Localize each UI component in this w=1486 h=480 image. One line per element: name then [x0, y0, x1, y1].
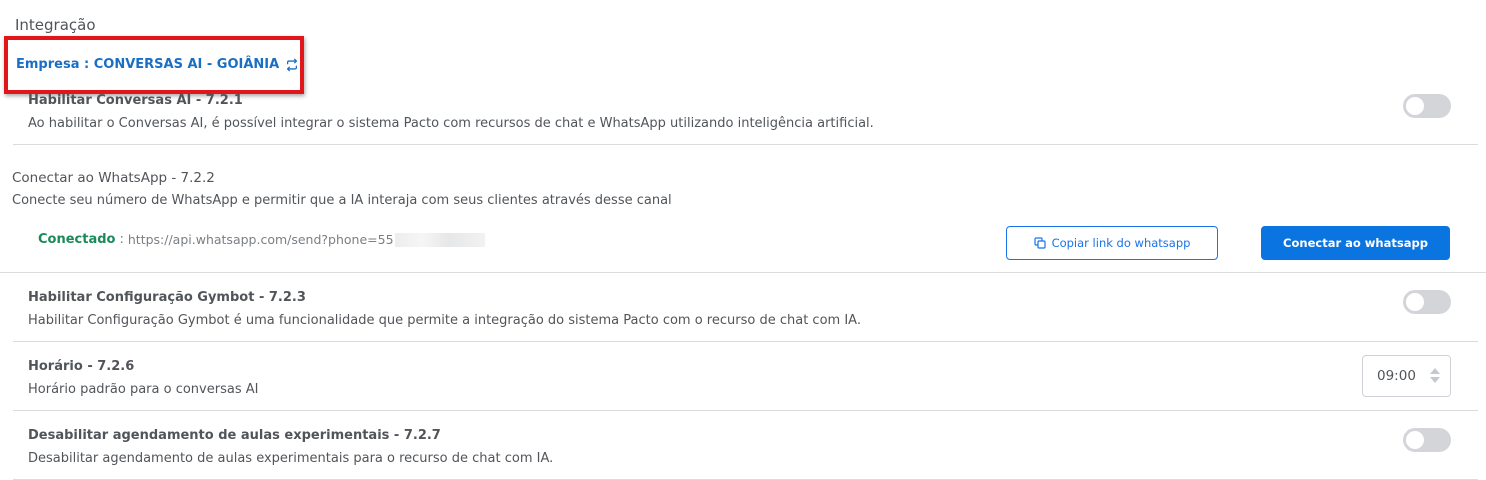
spinner-down-icon[interactable]	[1430, 377, 1440, 383]
conversas-ai-description: Ao habilitar o Conversas AI, é possível …	[28, 116, 874, 131]
schedule-description: Horário padrão para o conversas AI	[28, 382, 259, 397]
whatsapp-description: Conecte seu número de WhatsApp e permiti…	[12, 193, 672, 208]
whatsapp-title: Conectar ao WhatsApp - 7.2.2	[12, 170, 215, 186]
status-url: https://api.whatsapp.com/send?phone=55	[127, 232, 394, 247]
conversas-ai-toggle[interactable]	[1403, 94, 1451, 118]
gymbot-description: Habilitar Configuração Gymbot é uma func…	[28, 313, 861, 328]
company-label: Empresa : CONVERSAS AI - GOIÂNIA	[16, 57, 280, 72]
schedule-time-input[interactable]: 09:00	[1362, 355, 1451, 397]
company-selector[interactable]: Empresa : CONVERSAS AI - GOIÂNIA	[16, 57, 299, 72]
divider	[13, 144, 1478, 145]
swap-icon[interactable]	[285, 58, 299, 72]
spinner-up-icon[interactable]	[1430, 368, 1440, 374]
whatsapp-status: Conectado : https://api.whatsapp.com/sen…	[38, 232, 485, 247]
trial-classes-description: Desabilitar agendamento de aulas experim…	[28, 451, 554, 466]
schedule-title: Horário - 7.2.6	[28, 359, 135, 374]
copy-button-label: Copiar link do whatsapp	[1051, 236, 1191, 250]
toggle-knob	[1406, 97, 1424, 115]
trial-classes-title: Desabilitar agendamento de aulas experim…	[28, 428, 441, 443]
page-title: Integração	[15, 16, 96, 34]
gymbot-toggle[interactable]	[1403, 290, 1451, 314]
redacted-phone	[394, 232, 485, 247]
divider	[0, 272, 1486, 273]
status-separator: :	[119, 232, 124, 247]
conversas-ai-title: Habilitar Conversas AI - 7.2.1	[28, 93, 243, 108]
divider	[13, 410, 1478, 411]
schedule-time-value: 09:00	[1377, 368, 1416, 384]
toggle-knob	[1406, 431, 1424, 449]
connect-whatsapp-button[interactable]: Conectar ao whatsapp	[1261, 226, 1450, 260]
status-label: Conectado	[38, 232, 116, 247]
toggle-knob	[1406, 293, 1424, 311]
gymbot-title: Habilitar Configuração Gymbot - 7.2.3	[28, 290, 306, 305]
trial-classes-toggle[interactable]	[1403, 428, 1451, 452]
time-spinner[interactable]	[1430, 368, 1440, 383]
copy-icon	[1033, 237, 1046, 249]
copy-whatsapp-link-button[interactable]: Copiar link do whatsapp	[1006, 226, 1218, 260]
divider	[13, 341, 1478, 342]
